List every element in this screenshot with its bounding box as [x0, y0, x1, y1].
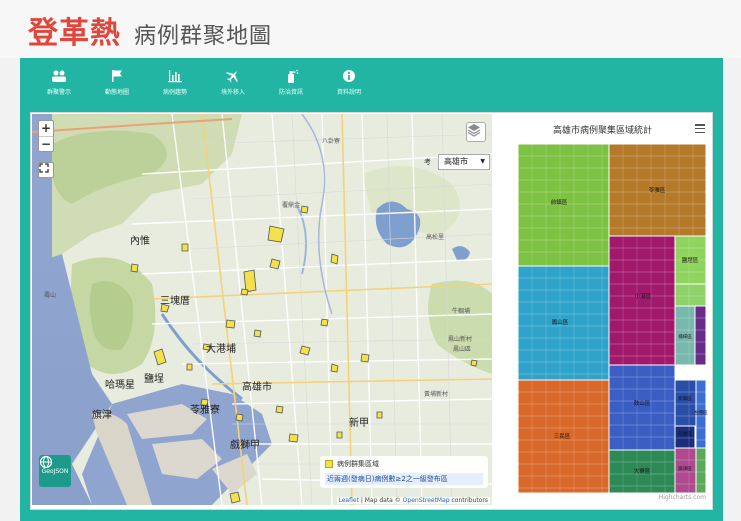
treemap-cell[interactable]: 大寮區	[608, 449, 676, 494]
treemap-cell[interactable]: 鳳山區	[517, 265, 610, 381]
treemap-label: 前鎮區	[551, 198, 568, 206]
zoom-in-button[interactable]: +	[39, 121, 53, 136]
attribution-text: | Map data ©	[358, 497, 403, 504]
map-label: 苓雅寮	[190, 405, 220, 416]
map-label: 牛稠埔	[452, 308, 471, 315]
osm-link[interactable]: OpenStreetMap	[403, 497, 450, 504]
map-attribution: Leaflet | Map data © OpenStreetMap contr…	[336, 497, 490, 504]
nav-label: 群聚警示	[46, 89, 71, 96]
chevron-down-icon: ▼	[480, 158, 485, 165]
treemap-label: 左營區	[694, 409, 708, 416]
flag-icon	[109, 69, 125, 83]
page-subtitle: 病例群聚地圖	[134, 24, 273, 49]
chart-credits: Highcharts.com	[658, 494, 706, 501]
map-label: 內惟	[130, 236, 150, 247]
plane-icon	[225, 69, 241, 83]
map-label: 黃埔新村	[424, 391, 449, 398]
nav-label: 動態地圖	[104, 89, 129, 96]
page: 登革熱 病例群聚地圖 群聚警示 動態地圖 病例趨勢 境外移入 防治資訊 資料說明…	[0, 0, 741, 521]
bar-chart-icon	[167, 69, 183, 83]
legend-row: 病例群集區域	[325, 459, 483, 469]
layers-icon	[467, 124, 481, 137]
page-title: 登革熱	[28, 16, 121, 51]
map-label: 哈瑪星	[105, 380, 135, 391]
geojson-button[interactable]: GeoJSON	[39, 455, 71, 487]
treemap-label: 鳳山區	[552, 318, 569, 326]
treemap-label: 前金區	[678, 430, 692, 437]
treemap-label: 旗津區	[678, 465, 692, 472]
treemap-cell[interactable]: 新興區	[674, 379, 697, 427]
zoom-control: + −	[38, 120, 54, 152]
treemap-label: 大寮區	[634, 467, 651, 475]
globe-icon	[39, 455, 53, 469]
map-label: 旗津	[92, 410, 112, 421]
map-label: 鳳山新村	[448, 336, 473, 343]
treemap-cell[interactable]	[694, 305, 707, 366]
city-select[interactable]: 高雄市 ▼	[438, 154, 490, 170]
nav-label: 境外移入	[220, 89, 245, 96]
treemap-label: 楠梓區	[678, 333, 692, 340]
nav-label: 病例趨勢	[162, 89, 187, 96]
nav-item-case-trend[interactable]: 病例趨勢	[146, 66, 204, 106]
treemap-label: 三民區	[554, 433, 571, 440]
map-label: 高松里	[426, 234, 445, 241]
legend-label: 病例群集區域	[337, 460, 379, 468]
legend-swatch	[325, 460, 333, 468]
treemap-cell[interactable]: 旗津區	[674, 447, 697, 494]
treemap-label: 鹽埕區	[682, 256, 699, 264]
layers-button[interactable]	[466, 122, 486, 142]
treemap-svg: 前鎮區 苓雅區鳳山區 小港區 鹽埕區楠梓區三民區 鼓山區 新興區前金區 左營區大寮區 旗津區	[517, 143, 708, 494]
map-label: 覆鼎金	[282, 202, 301, 209]
map-label: 八卦寮	[322, 138, 341, 145]
spray-icon	[283, 69, 299, 83]
map-label: 三塊厝	[160, 296, 190, 307]
top-nav: 群聚警示 動態地圖 病例趨勢 境外移入 防治資訊 資料說明	[30, 66, 378, 106]
map-label: 新甲	[349, 418, 369, 429]
geojson-label: GeoJSON	[41, 468, 69, 475]
treemap-cell[interactable]: 鼓山區	[608, 364, 676, 451]
map-label: 大港埔	[206, 344, 236, 355]
info-icon	[341, 69, 357, 83]
leaflet-link[interactable]: Leaflet	[339, 497, 359, 504]
city-select-value: 高雄市	[444, 157, 468, 166]
nav-item-prevention[interactable]: 防治資訊	[262, 66, 320, 106]
map-label: 戲獅甲	[230, 440, 260, 451]
nav-label: 防治資訊	[278, 89, 303, 96]
map-legend: 病例群集區域 近兩週(發病日)病例數≥2之一級發布區	[320, 456, 488, 488]
zoom-out-button[interactable]: −	[39, 136, 53, 151]
map-label: 鹽埕	[144, 374, 164, 385]
users-icon	[51, 69, 67, 83]
fullscreen-icon	[39, 163, 49, 173]
treemap-cell[interactable]: 苓雅區	[608, 143, 707, 237]
map-label: 壽山	[44, 292, 57, 299]
map-tiles	[32, 114, 492, 505]
treemap-label: 苓雅區	[649, 186, 666, 194]
treemap-cell[interactable]: 前鎮區	[517, 143, 610, 267]
map-label: 鳳山區	[453, 346, 472, 353]
treemap-label: 小港區	[635, 292, 652, 300]
treemap-cell[interactable]: 前金區	[674, 425, 696, 449]
fullscreen-button[interactable]	[38, 162, 54, 178]
treemap-cell[interactable]	[695, 447, 707, 494]
nav-label: 資料說明	[336, 89, 361, 96]
treemap-cell[interactable]: 鹽埕區	[674, 235, 707, 285]
legend-note: 近兩週(發病日)病例數≥2之一級發布區	[325, 473, 483, 485]
map-label: 高雄市	[242, 382, 272, 393]
attribution-text-end: contributors	[449, 497, 489, 504]
nav-item-dynamic-map[interactable]: 動態地圖	[88, 66, 146, 106]
treemap-cell[interactable]: 楠梓區	[674, 305, 696, 366]
map-view[interactable]: 內惟 三塊厝 大港埔 哈瑪星 鹽埕 高雄市 旗津 苓雅寮 新甲 戲獅甲 壽山 八…	[32, 114, 492, 505]
treemap-cell[interactable]	[674, 283, 707, 307]
city-select-prefix: 考	[424, 158, 431, 166]
treemap-label: 鼓山區	[634, 399, 651, 407]
treemap-cell[interactable]: 小港區	[608, 235, 676, 366]
treemap-chart: 高雄市病例聚集區域統計 前鎮區 苓雅區 鳳山區 小港區 鹽埕區 楠梓區 三民區 鼓山區 新興區前…	[498, 114, 712, 505]
treemap-label: 新興區	[678, 395, 692, 402]
nav-item-cluster-alert[interactable]: 群聚警示	[30, 66, 88, 106]
treemap-cell[interactable]: 左營區	[694, 379, 708, 449]
nav-item-data-info[interactable]: 資料說明	[320, 66, 378, 106]
nav-item-imported[interactable]: 境外移入	[204, 66, 262, 106]
header: 登革熱 病例群聚地圖	[0, 0, 741, 58]
treemap-cell[interactable]: 三民區	[517, 379, 610, 494]
